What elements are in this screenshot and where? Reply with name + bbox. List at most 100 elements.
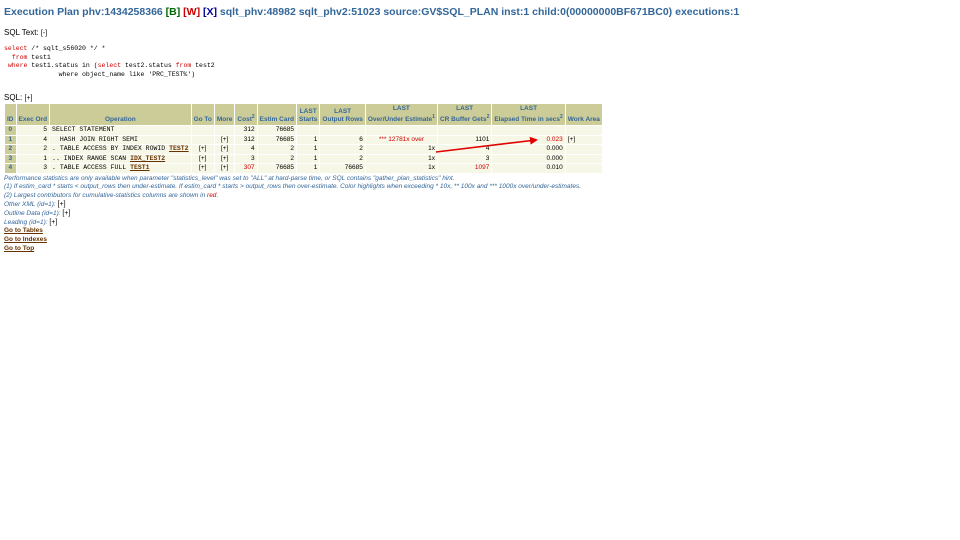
cost: 312 (235, 135, 257, 145)
column-header: Exec Ord (16, 104, 50, 126)
last-starts: 1 (296, 135, 320, 145)
more-toggle (214, 126, 235, 135)
last-output-rows: 76685 (320, 164, 365, 173)
row-id: 4 (5, 164, 16, 173)
cost: 307 (235, 164, 257, 173)
operation: SELECT STATEMENT (50, 126, 191, 135)
b-link[interactable]: [B] (166, 6, 181, 18)
more-toggle[interactable]: [+] (214, 164, 235, 173)
go-to-indexes-link[interactable]: Go to Indexes (4, 236, 954, 245)
column-header: LAST CR Buffer Gets2 (437, 104, 492, 126)
estim-card: 76685 (257, 126, 296, 135)
leading-toggle[interactable]: [+] (49, 219, 57, 226)
elapsed-time: 0.000 (492, 154, 565, 164)
table-row: 14 HASH JOIN RIGHT SEMI [+] 312 76685 1 6 *** … (5, 135, 602, 145)
exec-order: 1 (16, 154, 50, 164)
last-output-rows: 6 (320, 135, 365, 145)
column-header: Cost2 (235, 104, 257, 126)
work-area-toggle (565, 126, 602, 135)
row-id: 3 (5, 154, 16, 164)
object-link[interactable]: IDX_TEST2 (130, 155, 165, 162)
other-xml-toggle[interactable]: [+] (58, 201, 66, 208)
row-id: 1 (5, 135, 16, 145)
sql-text-label-row: SQL Text: [-] (4, 28, 954, 37)
cr-buffer-gets: 1097 (437, 164, 492, 173)
exec-order: 5 (16, 126, 50, 135)
cr-buffer-gets (437, 126, 492, 135)
goto-toggle (191, 126, 214, 135)
table-row: 0 5 SELECT STATEMENT 312 76685 (5, 126, 602, 135)
sql-text-label: SQL Text: (4, 28, 39, 37)
elapsed-time: 0.000 (492, 145, 565, 154)
column-header: LAST Starts (296, 104, 320, 126)
report: Execution Plan phv:1434258366 [B] [W] [X… (4, 6, 954, 254)
goto-toggle[interactable]: [+] (191, 164, 214, 173)
execution-plan-table: ID Exec Ord Operation Go To More Cost2 Estim C… (4, 103, 603, 174)
cr-buffer-gets: 1101 (437, 135, 492, 145)
table-row: 43. TABLE ACCESS FULL TEST1 [+] [+] 307 7668… (5, 164, 602, 173)
elapsed-time: 0.023 (492, 135, 565, 145)
over-under-estimate: 1x (365, 145, 437, 154)
cost: 312 (235, 126, 257, 135)
outline-data-toggle[interactable]: [+] (62, 210, 70, 217)
more-toggle[interactable]: [+] (214, 145, 235, 154)
estim-card: 76685 (257, 135, 296, 145)
note-performance: Performance statistics are only availabl… (4, 174, 455, 182)
sql-section-toggle[interactable]: [+] (24, 95, 32, 102)
exec-order: 3 (16, 164, 50, 173)
column-header: Work Area (565, 104, 602, 126)
elapsed-time: 0.010 (492, 164, 565, 173)
column-header: More (214, 104, 235, 126)
object-link[interactable]: TEST1 (130, 164, 150, 171)
column-header: LAST Elapsed Time in secs2 (492, 104, 565, 126)
last-starts: 1 (296, 154, 320, 164)
page-title: Execution Plan phv:1434258366 [B] [W] [X… (4, 6, 954, 18)
exec-order: 2 (16, 145, 50, 154)
cost: 4 (235, 145, 257, 154)
cr-buffer-gets: 4 (437, 145, 492, 154)
goto-toggle[interactable]: [+] (191, 154, 214, 164)
goto-toggle (191, 135, 214, 145)
last-output-rows: 2 (320, 145, 365, 154)
object-link[interactable]: TEST2 (169, 145, 189, 152)
last-output-rows (320, 126, 365, 135)
note-estimate: (1) If estim_card * starts < output_rows… (4, 183, 581, 191)
work-area-toggle (565, 164, 602, 173)
w-link[interactable]: [W] (183, 6, 200, 18)
footnotes: Performance statistics are only availabl… (4, 175, 954, 228)
extra-leading: Leading (id=1): [+] (4, 218, 58, 226)
cr-buffer-gets: 3 (437, 154, 492, 164)
work-area-toggle (565, 154, 602, 164)
over-under-estimate: 1x (365, 164, 437, 173)
over-under-estimate: 1x (365, 154, 437, 164)
x-link[interactable]: [X] (203, 6, 217, 18)
cost: 3 (235, 154, 257, 164)
sql-text-toggle[interactable]: [-] (41, 30, 47, 37)
note-contributors: (2) Largest contributors for cumulative-… (4, 192, 219, 200)
sql-section-label: SQL: (4, 93, 23, 102)
go-to-tables-link[interactable]: Go to Tables (4, 227, 954, 236)
work-area-toggle[interactable]: [+] (565, 135, 602, 145)
operation: . TABLE ACCESS BY INDEX ROWID TEST2 (50, 145, 191, 154)
more-toggle[interactable]: [+] (214, 135, 235, 145)
column-header: ID (5, 104, 16, 126)
table-row: 3 1.. INDEX RANGE SCAN IDX_TEST2 [+] [+] 3 2 1… (5, 154, 602, 164)
exec-order: 4 (16, 135, 50, 145)
estim-card: 2 (257, 145, 296, 154)
last-output-rows: 2 (320, 154, 365, 164)
estim-card: 2 (257, 154, 296, 164)
operation: .. INDEX RANGE SCAN IDX_TEST2 (50, 154, 191, 164)
table-row: 22. TABLE ACCESS BY INDEX ROWID TEST2 [+]… (5, 145, 602, 154)
sql-section-row: SQL: [+] (4, 93, 954, 102)
elapsed-time (492, 126, 565, 135)
estim-card: 76685 (257, 164, 296, 173)
goto-toggle[interactable]: [+] (191, 145, 214, 154)
more-toggle[interactable]: [+] (214, 154, 235, 164)
extra-outline-data: Outline Data (id=1): [+] (4, 209, 71, 217)
last-starts: 1 (296, 164, 320, 173)
table-header-row: ID Exec Ord Operation Go To More Cost2 Estim C… (5, 104, 602, 126)
row-id: 0 (5, 126, 16, 135)
column-header: Go To (191, 104, 214, 126)
last-starts (296, 126, 320, 135)
go-to-top-link[interactable]: Go to Top (4, 245, 954, 254)
